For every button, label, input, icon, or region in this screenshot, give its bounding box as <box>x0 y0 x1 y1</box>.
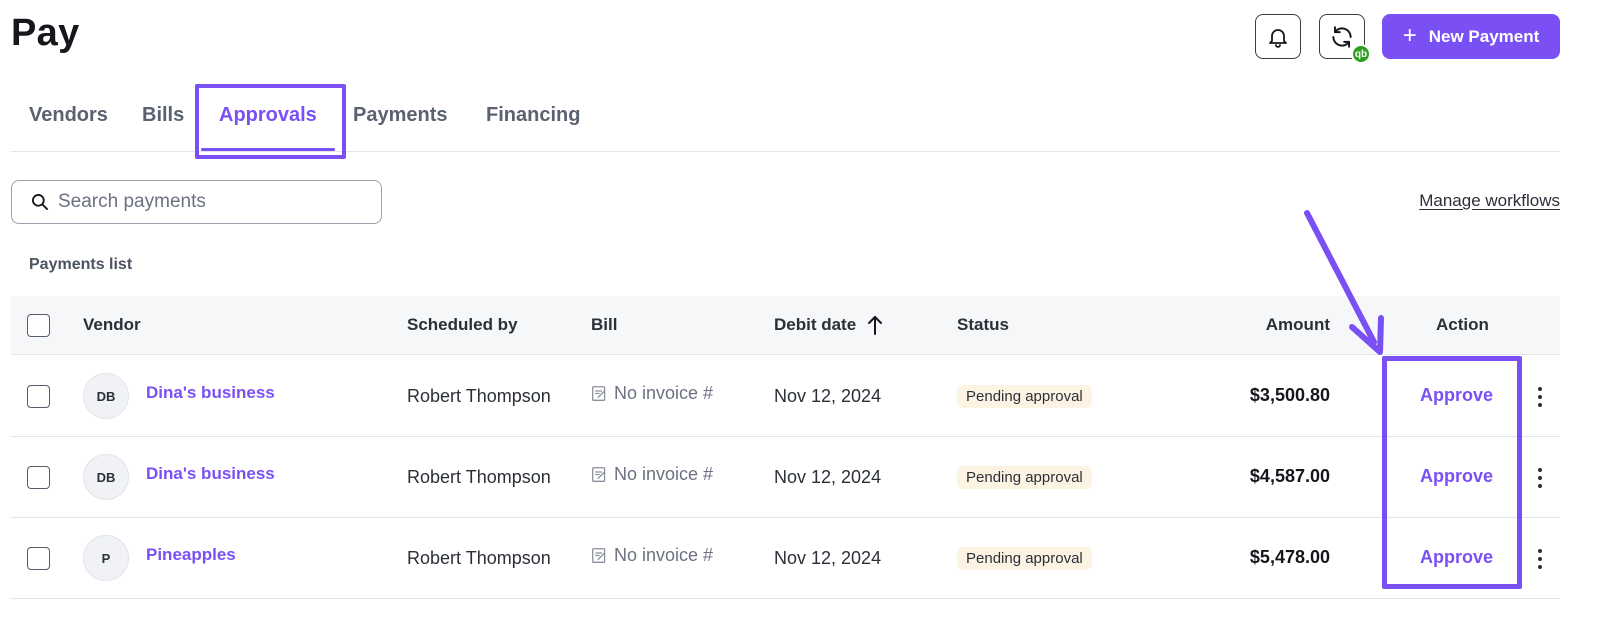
select-all-checkbox[interactable] <box>27 314 50 337</box>
new-payment-label: New Payment <box>1428 26 1540 46</box>
column-bill[interactable]: Bill <box>591 315 617 335</box>
approve-column-highlight-box <box>1382 356 1522 589</box>
table-row[interactable]: P Pineapples Robert Thompson No invoice … <box>11 518 1560 599</box>
column-debit-date[interactable]: Debit date <box>774 315 856 335</box>
tab-vendors[interactable]: Vendors <box>29 104 108 127</box>
invoice-icon <box>592 467 606 482</box>
accounting-sync-button[interactable]: qb <box>1319 14 1371 64</box>
more-options-icon[interactable] <box>1533 465 1547 491</box>
invoice-icon <box>592 386 606 401</box>
bill-cell: No invoice # <box>591 383 713 404</box>
search-input[interactable] <box>58 191 358 213</box>
vendor-link[interactable]: Dina's business <box>146 464 275 484</box>
amount: $3,500.80 <box>1249 385 1330 405</box>
bell-icon <box>1269 28 1287 48</box>
status-badge: Pending approval <box>957 385 1092 408</box>
bill-number: No invoice # <box>614 464 714 484</box>
amount: $4,587.00 <box>1249 466 1330 486</box>
debit-date: Nov 12, 2024 <box>774 386 882 406</box>
bill-number: No invoice # <box>614 383 714 403</box>
search-icon <box>32 194 48 210</box>
status-badge: Pending approval <box>957 466 1092 489</box>
scheduled-by: Robert Thompson <box>407 386 551 406</box>
tab-bills[interactable]: Bills <box>142 104 184 127</box>
debit-date: Nov 12, 2024 <box>774 548 882 568</box>
approvals-tab-highlight-box <box>195 84 346 159</box>
column-amount[interactable]: Amount <box>1266 315 1330 335</box>
bill-cell: No invoice # <box>591 545 713 566</box>
column-scheduled-by[interactable]: Scheduled by <box>407 315 518 335</box>
bill-cell: No invoice # <box>591 464 713 485</box>
page-title: Pay <box>11 12 80 54</box>
more-options-icon[interactable] <box>1533 546 1547 572</box>
amount: $5,478.00 <box>1249 547 1330 567</box>
quickbooks-badge-icon: qb <box>1351 44 1371 64</box>
column-action: Action <box>1436 315 1489 334</box>
avatar: DB <box>83 373 129 419</box>
payments-list-label: Payments list <box>29 256 133 273</box>
plus-icon: + <box>1402 21 1417 49</box>
bill-number: No invoice # <box>614 545 714 565</box>
avatar: DB <box>83 454 129 500</box>
invoice-icon <box>592 548 606 563</box>
tab-payments[interactable]: Payments <box>353 104 448 127</box>
status-badge: Pending approval <box>957 547 1092 570</box>
column-status[interactable]: Status <box>957 315 1009 335</box>
column-vendor[interactable]: Vendor <box>83 315 141 335</box>
new-payment-button[interactable]: + New Payment <box>1382 14 1560 59</box>
vendor-link[interactable]: Dina's business <box>146 383 275 403</box>
more-options-icon[interactable] <box>1533 384 1547 410</box>
sync-icon <box>1332 25 1352 48</box>
tab-financing[interactable]: Financing <box>486 104 580 127</box>
scheduled-by: Robert Thompson <box>407 548 551 568</box>
sort-ascending-icon[interactable] <box>867 314 883 336</box>
manage-workflows-link[interactable]: Manage workflows <box>1419 191 1560 211</box>
search-field[interactable] <box>11 180 382 224</box>
table-row[interactable]: DB Dina's business Robert Thompson No in… <box>11 437 1560 518</box>
notifications-button[interactable] <box>1255 14 1301 59</box>
avatar: P <box>83 535 129 581</box>
vendor-link[interactable]: Pineapples <box>146 545 236 565</box>
row-checkbox[interactable] <box>27 547 50 570</box>
row-checkbox[interactable] <box>27 466 50 489</box>
table-header: Vendor Scheduled by Bill Debit date Stat… <box>11 296 1560 355</box>
scheduled-by: Robert Thompson <box>407 467 551 487</box>
debit-date: Nov 12, 2024 <box>774 467 882 487</box>
table-row[interactable]: DB Dina's business Robert Thompson No in… <box>11 356 1560 437</box>
row-checkbox[interactable] <box>27 385 50 408</box>
